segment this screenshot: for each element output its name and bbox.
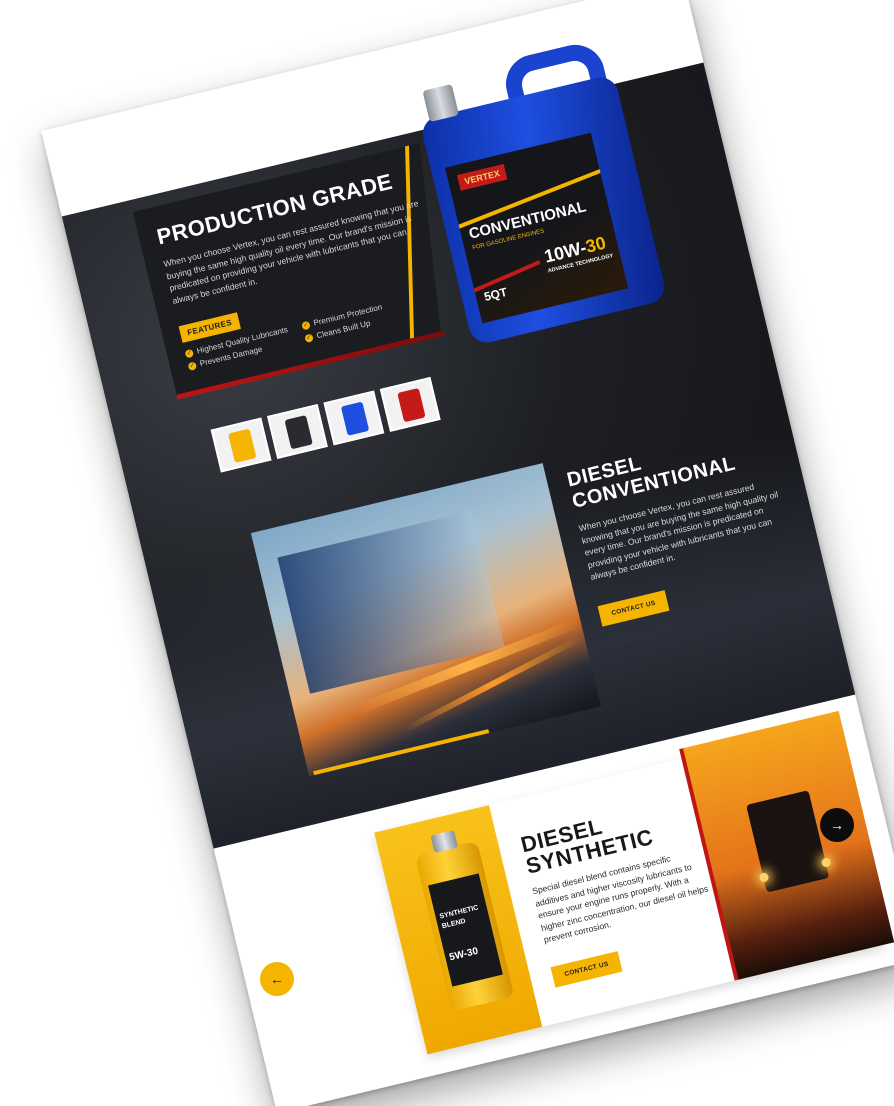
- check-icon: ✓: [184, 348, 195, 359]
- check-icon: ✓: [304, 333, 314, 343]
- black-bottle-icon: [284, 415, 313, 450]
- jug-size: 5QT: [482, 284, 509, 304]
- jug-cap: [422, 83, 460, 123]
- contact-us-button[interactable]: CONTACT US: [550, 951, 623, 988]
- prev-arrow-button[interactable]: ←: [260, 962, 294, 996]
- arrow-left-icon: ←: [270, 971, 284, 987]
- red-bottle-icon: [397, 387, 426, 423]
- next-arrow-button[interactable]: →: [820, 808, 854, 842]
- mockup-stage: PRODUCTION GRADE When you choose Vertex,…: [0, 0, 894, 1106]
- synthetic-blend-bottle-image: SYNTHETIC BLEND 5W-30: [414, 829, 515, 1012]
- blue-jug-icon: [340, 401, 370, 436]
- bottle-label: SYNTHETIC BLEND 5W-30: [428, 873, 503, 987]
- brand-logo: VERTEX: [457, 163, 508, 191]
- yellow-bottle-icon: [228, 428, 257, 463]
- check-icon: ✓: [187, 361, 198, 371]
- website-page-sheet: PRODUCTION GRADE When you choose Vertex,…: [41, 0, 894, 1106]
- check-icon: ✓: [301, 320, 311, 331]
- arrow-right-icon: →: [830, 817, 844, 833]
